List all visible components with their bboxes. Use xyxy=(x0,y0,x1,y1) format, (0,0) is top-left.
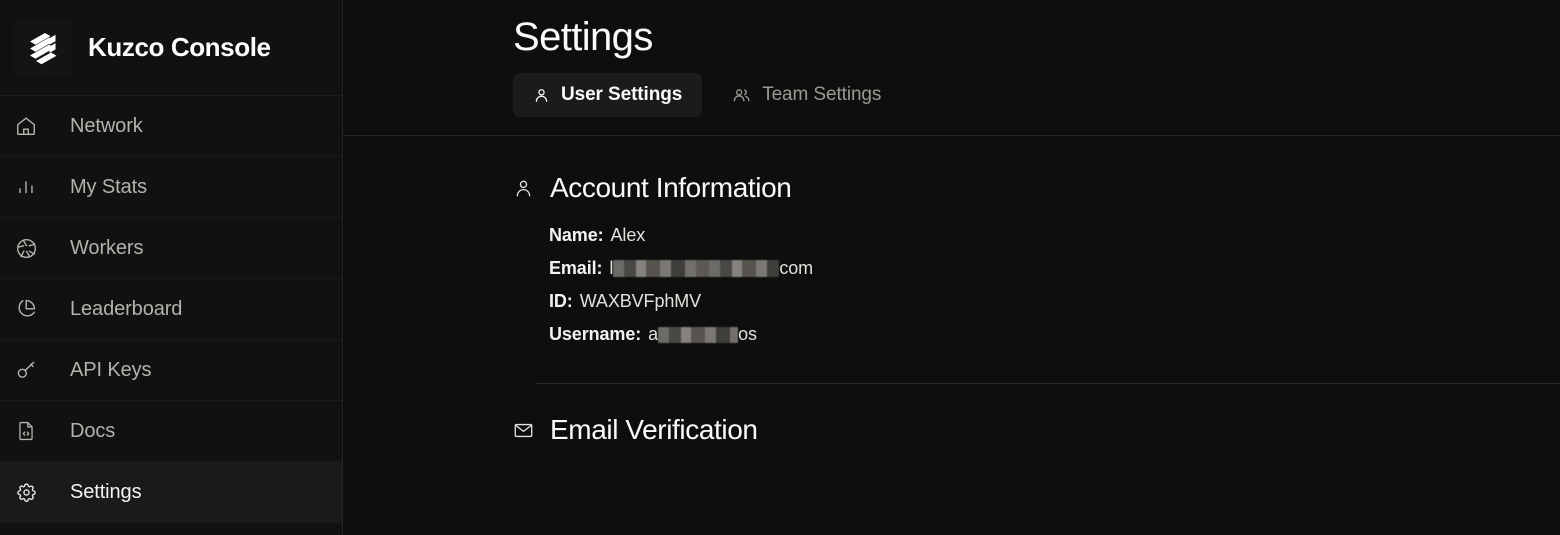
section-header: Account Information xyxy=(513,172,1560,204)
sidebar-item-leaderboard[interactable]: Leaderboard xyxy=(0,279,342,340)
tab-team-settings[interactable]: Team Settings xyxy=(712,73,901,117)
field-value: Alex xyxy=(610,225,646,245)
username-prefix: a xyxy=(648,324,659,344)
field-id: ID: WAXBVFphMV xyxy=(549,291,1560,312)
field-value: a os xyxy=(648,324,757,345)
redaction-block xyxy=(613,260,780,277)
tab-label: User Settings xyxy=(561,84,683,105)
field-label: Email: xyxy=(549,258,603,278)
sidebar-item-label: Settings xyxy=(70,480,142,503)
username-suffix: os xyxy=(738,324,757,344)
file-code-icon xyxy=(12,417,40,445)
field-email: Email: l com xyxy=(549,258,1560,279)
settings-tabs: User Settings Team Settings xyxy=(343,73,1560,117)
section-title: Email Verification xyxy=(550,414,758,445)
aperture-icon xyxy=(12,234,40,262)
tab-user-settings[interactable]: User Settings xyxy=(513,73,703,117)
field-label: ID: xyxy=(549,291,573,311)
sidebar-item-label: Workers xyxy=(70,236,144,259)
mail-icon xyxy=(513,420,534,441)
sidebar-item-label: Network xyxy=(70,114,143,137)
sidebar-item-settings[interactable]: Settings xyxy=(0,462,342,523)
gear-icon xyxy=(12,478,40,506)
field-username: Username: a os xyxy=(549,324,1560,345)
home-icon xyxy=(12,112,40,140)
field-name: Name: Alex xyxy=(549,225,1560,246)
sidebar-nav: Network My Stats Workers Leaderboard API… xyxy=(0,96,342,523)
sidebar-item-label: My Stats xyxy=(70,175,147,198)
tab-label: Team Settings xyxy=(762,84,882,105)
page-title: Settings xyxy=(513,15,653,59)
layers-logo-icon xyxy=(14,18,72,77)
user-icon xyxy=(513,178,534,199)
field-label: Username: xyxy=(549,324,642,344)
field-value: l com xyxy=(609,258,813,279)
section-header: Email Verification xyxy=(513,414,1560,446)
brand-title: Kuzco Console xyxy=(88,32,271,62)
sidebar-item-my-stats[interactable]: My Stats xyxy=(0,157,342,218)
field-value: WAXBVFphMV xyxy=(579,291,702,311)
email-suffix: com xyxy=(779,258,814,278)
section-title: Account Information xyxy=(550,172,792,203)
account-fields: Name: Alex Email: l com ID: WAXBVFphMV Us… xyxy=(513,225,1560,345)
user-icon xyxy=(533,87,550,104)
sidebar-item-label: Docs xyxy=(70,419,116,442)
key-icon xyxy=(12,356,40,384)
sidebar-item-label: Leaderboard xyxy=(70,297,183,320)
sidebar-item-docs[interactable]: Docs xyxy=(0,401,342,462)
account-information-section: Account Information Name: Alex Email: lc… xyxy=(343,136,1560,384)
sidebar-item-label: API Keys xyxy=(70,358,152,381)
sidebar-item-workers[interactable]: Workers xyxy=(0,218,342,279)
sidebar-item-api-keys[interactable]: API Keys xyxy=(0,340,342,401)
email-verification-section: Email Verification xyxy=(343,384,1560,446)
sidebar-item-network[interactable]: Network xyxy=(0,96,342,157)
field-label: Name: xyxy=(549,225,604,245)
users-icon xyxy=(732,86,751,105)
sidebar: Kuzco Console Network My Stats Workers L… xyxy=(0,0,343,535)
app-root: Kuzco Console Network My Stats Workers L… xyxy=(0,0,1560,535)
brand-header[interactable]: Kuzco Console xyxy=(0,0,342,96)
pie-chart-icon xyxy=(12,295,40,323)
main-content: Settings User Settings Team Settings Acc… xyxy=(343,0,1560,535)
bar-chart-icon xyxy=(12,173,40,201)
redaction-block xyxy=(658,326,739,343)
